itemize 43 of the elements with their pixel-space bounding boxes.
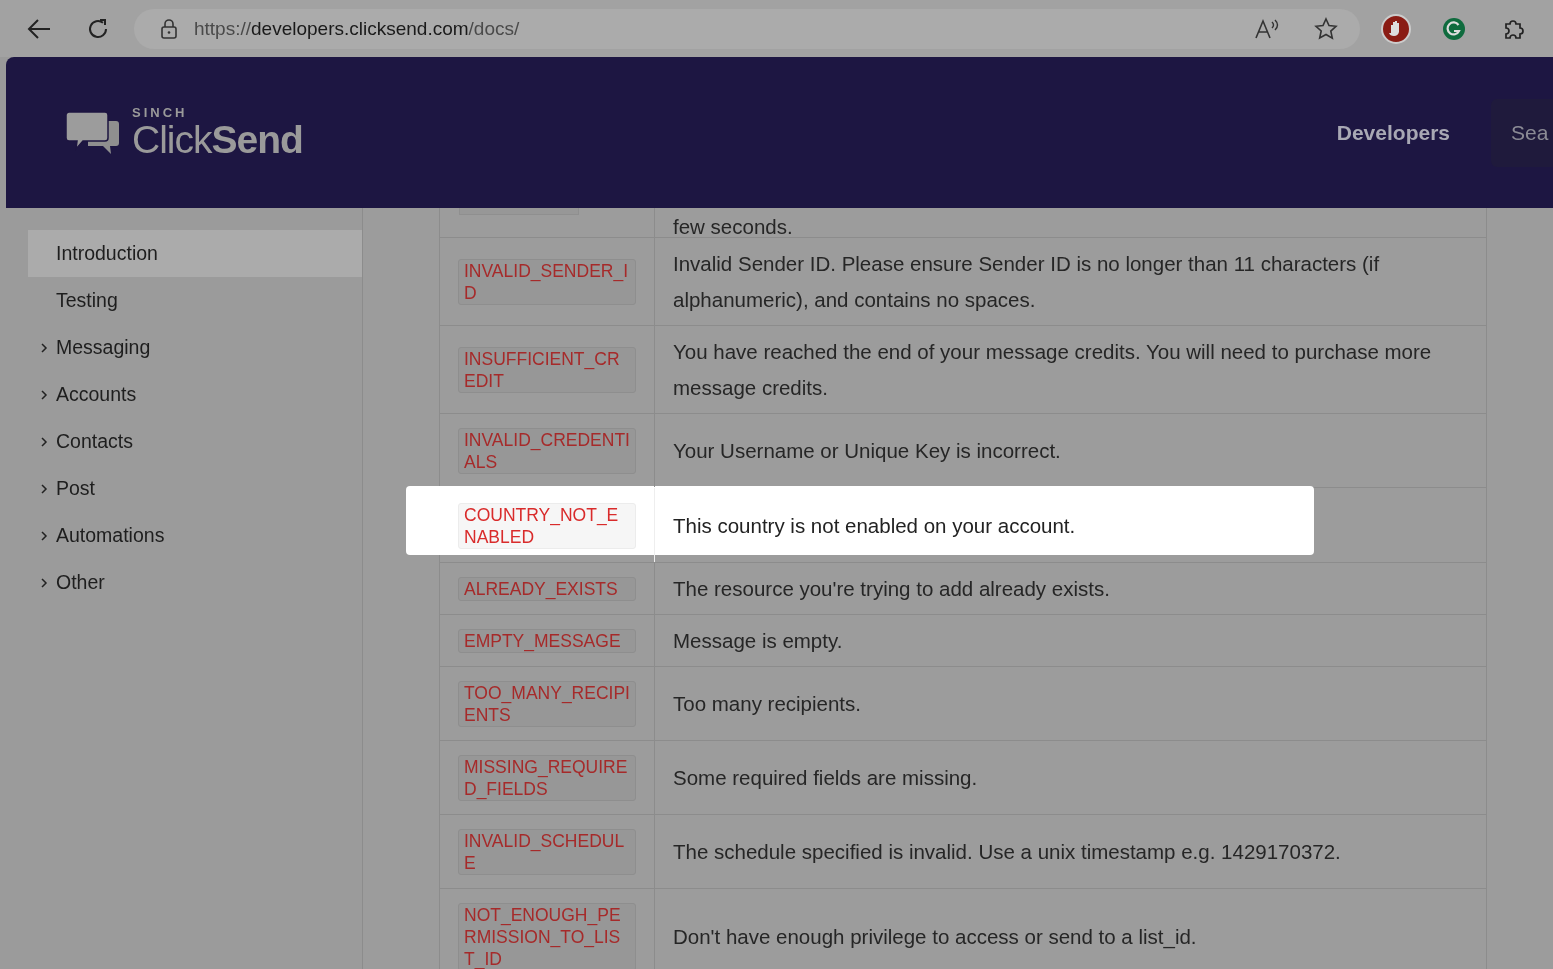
table-cell-text: Your Username or Unique Key is incorrect. [673, 438, 1061, 464]
table-cell-text: Some required fields are missing. [673, 765, 978, 791]
sidebar-item[interactable]: Testing [28, 277, 362, 324]
chat-bubbles-icon [66, 110, 120, 155]
sidebar-item[interactable]: Post [28, 465, 362, 512]
error-code: MISSING_REQUIRED_FIELDS [458, 755, 636, 801]
stop-hand-icon[interactable] [1380, 12, 1412, 45]
error-code: INVALID_SENDER_ID [458, 259, 636, 305]
sidebar-item[interactable]: Contacts [28, 418, 362, 465]
star-icon[interactable] [1314, 16, 1338, 41]
error-code: INSUFFICIENT_CREDIT [458, 347, 636, 393]
error-code: INVALID_SCHEDULE [458, 829, 636, 875]
error-code: EMPTY_MESSAGE [458, 629, 636, 653]
table-cell-text: You have reached the end of your message credits. You will need to purchase more message credits. [673, 339, 1433, 401]
lock-icon[interactable] [160, 18, 178, 39]
sidebar-item[interactable]: Accounts [28, 371, 362, 418]
error-code: COUNTRY_NOT_ENABLED [458, 502, 636, 549]
table-cell-text: Message is empty. [673, 628, 843, 654]
url-text: https://developers.clicksend.com/docs/ [194, 17, 520, 40]
sidebar-item[interactable]: Messaging [28, 324, 362, 371]
table-cell-text: This country is not enabled on your account. [673, 512, 1076, 539]
error-code: NOT_ENOUGH_PERMISSION_TO_LIST_ID [458, 903, 636, 969]
logo-brand-text: SINCH [132, 105, 189, 120]
table-cell-text: The schedule specified is invalid. Use a unix timestamp e.g. 1429170372. [673, 839, 1341, 865]
table-cell-text: The resource you're trying to add already exists. [673, 576, 1110, 602]
logo-wordmark: ClickSend [132, 119, 303, 160]
address-bar[interactable]: https://developers.clicksend.com/docs/ [134, 8, 1360, 49]
sidebar-item[interactable]: Other [28, 559, 362, 606]
refresh-icon[interactable] [86, 16, 110, 41]
table-cell-text: Too many recipients. [673, 691, 861, 717]
search-field[interactable]: Sea [1491, 98, 1553, 167]
error-code: ALREADY_EXISTS [458, 577, 636, 601]
read-aloud-icon[interactable] [1254, 17, 1280, 40]
sidebar-item[interactable]: Introduction [28, 230, 362, 277]
error-code: TOO_MANY_RECIPIENTS [458, 681, 636, 727]
developers-link[interactable]: Developers [1336, 120, 1450, 145]
back-icon[interactable] [26, 17, 52, 40]
table-cell: few seconds. [673, 217, 793, 237]
grammar-g-icon[interactable] [1442, 16, 1466, 41]
error-code: INVALID_CREDENTIALS [458, 428, 636, 474]
table-cell-text: Don't have enough privilege to access or send to a list_id. [673, 924, 1197, 951]
sidebar-item[interactable]: Automations [28, 512, 362, 559]
table-cell-text: Invalid Sender ID. Please ensure Sender ID is no longer than 11 characters (if alphanumeric), and contains no spaces. [673, 251, 1381, 313]
